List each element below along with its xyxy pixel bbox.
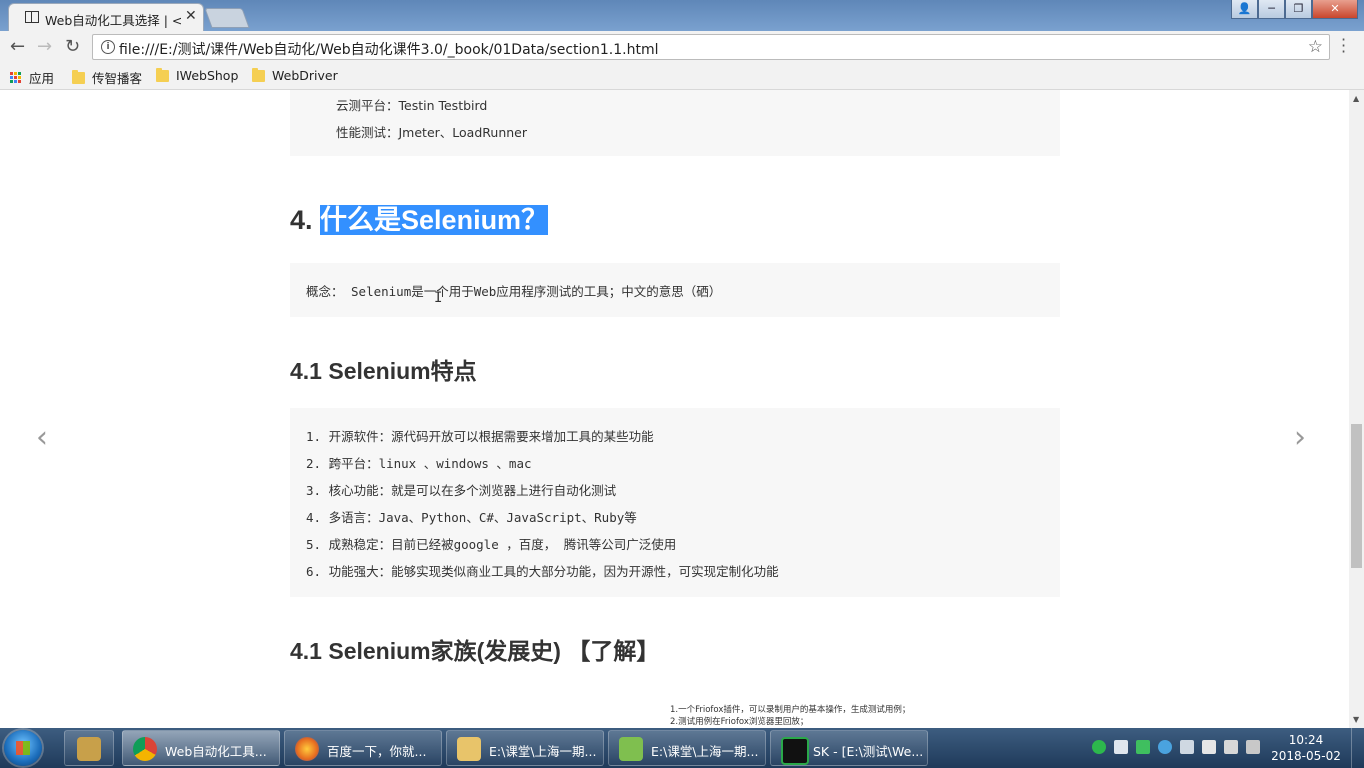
bookmark-label: 传智播客 [92,71,143,86]
selected-heading-text: 什么是Selenium？ [320,205,549,235]
image-text-line: 2.测试用例在Friofox浏览器里回放； [670,717,809,727]
tab-title: Web自动化工具选择 | < [45,13,181,28]
status-green-icon[interactable] [1092,740,1106,754]
folder-icon [72,69,85,84]
taskbar-item-sublime[interactable] [64,730,114,766]
bookmarks-bar: 应用 传智播客 IWebShop WebDriver [0,63,1364,90]
windows-taskbar: Web自动化工具... 百度一下，你就... E:\课堂\上海一期... E:\… [0,728,1364,768]
user-icon[interactable]: 👤 [1231,0,1258,19]
code-line: 云测平台：Testin Testbird [336,98,488,113]
system-tray [1092,740,1260,754]
start-button[interactable] [4,730,42,766]
section-heading-4-1: 4.1 Selenium特点 [290,358,477,384]
monitor-icon[interactable] [1180,740,1194,754]
info-icon[interactable]: i [101,40,115,54]
firefox-icon [295,737,319,761]
bookmark-label: 应用 [29,71,55,86]
code-line: 性能测试：Jmeter、LoadRunner [336,125,527,140]
taskbar-label: Web自动化工具... [165,744,267,759]
bookmark-webdriver[interactable]: WebDriver [252,67,338,83]
bookmark-apps[interactable]: 应用 [10,68,54,87]
taskbar-label: 百度一下，你就... [327,744,427,759]
folder-icon [156,67,169,82]
close-window-button[interactable]: ✕ [1312,0,1358,19]
scroll-down-icon[interactable]: ▼ [1353,715,1359,724]
folder-icon [252,67,265,82]
minimize-button[interactable]: ─ [1258,0,1285,19]
close-tab-icon[interactable]: ✕ [185,8,197,24]
clock-time: 10:24 [1288,733,1324,747]
section-heading-selenium-family: 4.1 Selenium家族(发展史) 【了解】 [290,638,660,664]
taskbar-label: E:\课堂\上海一期... [489,744,597,759]
taskbar-item-firefox[interactable]: 百度一下，你就... [284,730,442,766]
taskbar-item-explorer-1[interactable]: E:\课堂\上海一期... [446,730,604,766]
feature-line: 4. 多语言：Java、Python、C#、JavaScript、Ruby等 [306,510,637,525]
browser-tabstrip: Web自动化工具选择 | < ✕ 👤 ─ ❐ ✕ [0,0,1364,31]
url-text: file:///E:/测试/课件/Web自动化/Web自动化课件3.0/_boo… [119,42,659,58]
bird-icon[interactable] [1158,740,1172,754]
system-clock[interactable]: 10:24 2018-05-02 [1268,732,1344,764]
heading-number: 4. [290,205,321,235]
forward-arrow-icon[interactable]: → [37,36,52,57]
network-plug-icon[interactable] [1114,740,1128,754]
embedded-image-text: 1.一个Friofox插件，可以录制用户的基本操作，生成测试用例； 2.测试用例… [670,704,910,728]
taskbar-item-chrome[interactable]: Web自动化工具... [122,730,280,766]
scroll-up-icon[interactable]: ▲ [1353,94,1359,103]
reload-icon[interactable]: ↻ [65,36,80,57]
tools-code-block: 云测平台：Testin Testbird 性能测试：Jmeter、LoadRun… [290,90,1060,156]
upload-icon[interactable] [1136,740,1150,754]
image-text-line: 1.一个Friofox插件，可以录制用户的基本操作，生成测试用例； [670,705,911,715]
back-arrow-icon[interactable]: ← [10,36,25,57]
concept-code-block: 概念： Selenium是一个用于Web应用程序测试的工具；中文的意思（硒） [290,263,1060,317]
feature-line: 6. 功能强大：能够实现类似商业工具的大部分功能，因为开源性，可实现定制化功能 [306,564,779,579]
vertical-scrollbar[interactable]: ▲ ▼ [1349,90,1364,728]
maximize-button[interactable]: ❐ [1285,0,1312,19]
concept-text: 概念： Selenium是一个用于Web应用程序测试的工具；中文的意思（硒） [306,284,722,299]
page-content: 云测平台：Testin Testbird 性能测试：Jmeter、LoadRun… [0,90,1349,728]
bookmark-chuanzhi[interactable]: 传智播客 [72,68,142,87]
taskbar-item-explorer-2[interactable]: E:\课堂\上海一期... [608,730,766,766]
volume-icon[interactable] [1246,740,1260,754]
taskbar-item-pycharm[interactable]: SK - [E:\测试\We... [770,730,928,766]
previous-page-arrow-icon[interactable]: ‹ [36,420,48,455]
address-bar[interactable]: i file:///E:/测试/课件/Web自动化/Web自动化课件3.0/_b… [92,34,1330,60]
bookmark-label: IWebShop [176,68,239,83]
feature-line: 2. 跨平台：linux 、windows 、mac [306,456,532,471]
chrome-icon [133,737,157,761]
feature-line: 1. 开源软件：源代码开放可以根据需要来增加工具的某些功能 [306,429,654,444]
scrollbar-thumb[interactable] [1351,424,1362,568]
pycharm-icon [781,737,809,765]
star-icon[interactable]: ☆ [1308,37,1323,57]
taskbar-label: SK - [E:\测试\We... [813,744,924,759]
bookmark-label: WebDriver [272,68,338,83]
bookmark-iwebshop[interactable]: IWebShop [156,67,239,83]
taskbar-label: E:\课堂\上海一期... [651,744,759,759]
show-desktop-button[interactable] [1351,728,1364,768]
browser-toolbar: ← → ↻ i file:///E:/测试/课件/Web自动化/Web自动化课件… [0,31,1364,63]
network-icon[interactable] [1224,740,1238,754]
menu-kebab-icon[interactable]: · · · [1341,32,1346,60]
apps-grid-icon [10,71,22,84]
browser-tab[interactable]: Web自动化工具选择 | < ✕ [8,3,204,31]
clock-date: 2018-05-02 [1271,749,1341,763]
new-tab-button[interactable] [204,8,250,28]
chart-app-icon [619,737,643,761]
flag-icon[interactable] [1202,740,1216,754]
window-controls: 👤 ─ ❐ ✕ [1231,0,1358,20]
features-code-block: 1. 开源软件：源代码开放可以根据需要来增加工具的某些功能 2. 跨平台：lin… [290,408,1060,597]
next-page-arrow-icon[interactable]: › [1294,420,1306,455]
sublime-icon [77,737,101,761]
folder-icon [457,737,481,761]
book-icon [25,11,39,23]
section-heading-4: 4. 什么是Selenium？ [290,198,549,237]
feature-line: 3. 核心功能：就是可以在多个浏览器上进行自动化测试 [306,483,617,498]
text-cursor-icon: I [434,290,443,306]
feature-line: 5. 成熟稳定：目前已经被google ，百度， 腾讯等公司广泛使用 [306,537,677,552]
